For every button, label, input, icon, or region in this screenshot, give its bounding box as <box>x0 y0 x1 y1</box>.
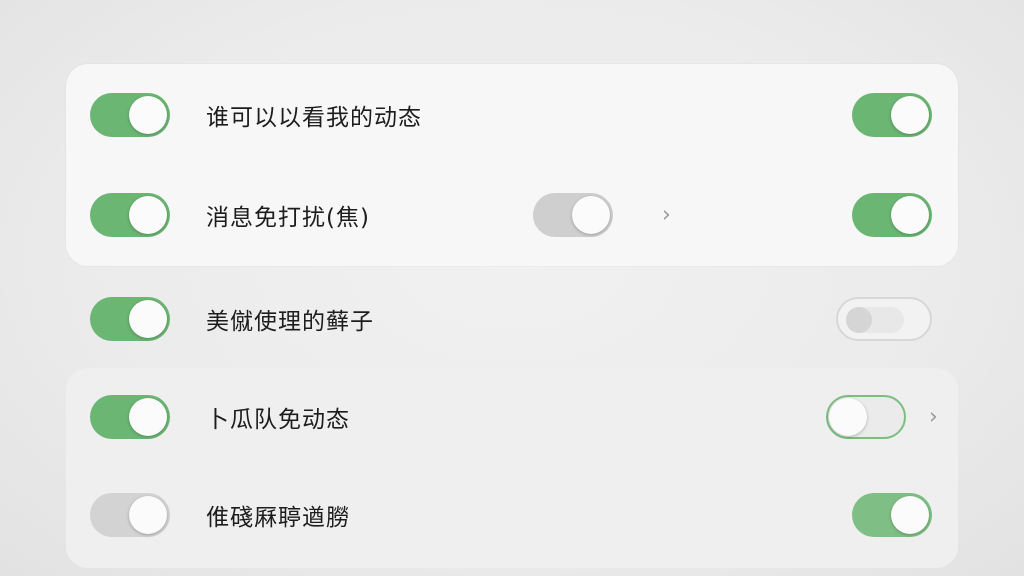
settings-row-visibility: 谁可以以看我的动态 <box>0 85 1024 145</box>
visibility-toggle[interactable] <box>852 93 932 137</box>
toggle-knob <box>891 96 929 134</box>
settings-screen: 谁可以以看我的动态 消息免打扰(焦) › 美僦使理的藓子 卜瓜队免动态 › 倠碊… <box>0 0 1024 576</box>
toggle-knob <box>129 96 167 134</box>
toggle-knob <box>846 307 872 333</box>
settings-row-do-not-disturb: 消息免打扰(焦) › <box>0 185 1024 245</box>
row-enable-toggle[interactable] <box>90 395 170 439</box>
toggle-knob <box>129 196 167 234</box>
row-5-toggle[interactable] <box>852 493 932 537</box>
settings-row-5: 倠碊厤聤遒朥 <box>0 485 1024 545</box>
row-enable-toggle[interactable] <box>90 297 170 341</box>
settings-row-4: 卜瓜队免动态 › <box>0 387 1024 447</box>
row-enable-toggle[interactable] <box>90 493 170 537</box>
row-label: 消息免打扰(焦) <box>206 205 370 231</box>
toggle-knob <box>129 300 167 338</box>
toggle-knob <box>572 196 610 234</box>
row-label: 谁可以以看我的动态 <box>206 105 422 131</box>
row-label: 卜瓜队免动态 <box>206 407 350 433</box>
toggle-knob <box>891 196 929 234</box>
row-enable-toggle[interactable] <box>90 193 170 237</box>
row-4-toggle[interactable] <box>826 395 906 439</box>
row-label: 倠碊厤聤遒朥 <box>206 505 350 531</box>
row-3-toggle[interactable] <box>836 297 932 341</box>
chevron-right-icon[interactable]: › <box>929 405 938 430</box>
row-label: 美僦使理的藓子 <box>206 309 374 335</box>
toggle-knob <box>129 496 167 534</box>
do-not-disturb-toggle[interactable] <box>852 193 932 237</box>
do-not-disturb-middle-toggle[interactable] <box>533 193 613 237</box>
settings-row-3: 美僦使理的藓子 <box>0 289 1024 349</box>
toggle-knob <box>891 496 929 534</box>
toggle-knob <box>129 398 167 436</box>
chevron-right-icon[interactable]: › <box>662 203 671 228</box>
row-enable-toggle[interactable] <box>90 93 170 137</box>
toggle-knob <box>829 398 867 436</box>
